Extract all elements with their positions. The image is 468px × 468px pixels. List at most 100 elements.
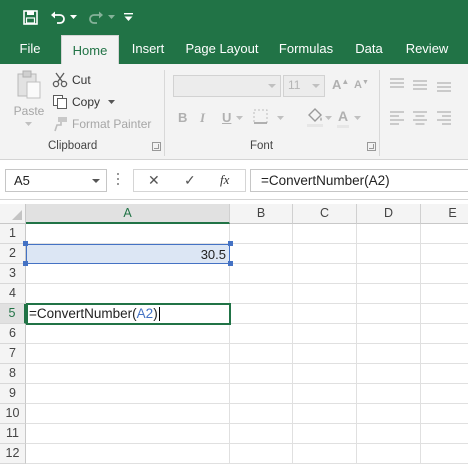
format-painter-button[interactable]: Format Painter (52, 114, 151, 134)
row-header-5[interactable]: 5 (0, 304, 26, 324)
grid-cell[interactable] (293, 304, 357, 324)
grid-cell[interactable] (293, 324, 357, 344)
reference-handle[interactable] (228, 241, 233, 246)
tab-data[interactable]: Data (348, 34, 390, 64)
select-all-button[interactable] (0, 204, 26, 224)
paste-button[interactable]: Paste (10, 70, 48, 130)
increase-font-size-icon[interactable]: A▲ (332, 77, 349, 92)
grid-cell[interactable] (293, 364, 357, 384)
grid-cell[interactable] (357, 364, 421, 384)
grid-cell[interactable] (421, 244, 468, 264)
grid-cell[interactable] (357, 304, 421, 324)
font-color-dropdown-icon[interactable] (354, 116, 361, 120)
grid-cell[interactable] (421, 284, 468, 304)
row-header-12[interactable]: 12 (0, 444, 26, 464)
grid-cell[interactable] (357, 344, 421, 364)
grid-cell[interactable] (26, 264, 230, 284)
grid-cell[interactable] (26, 284, 230, 304)
grid-cell[interactable] (230, 384, 293, 404)
grid-cell[interactable] (230, 444, 293, 464)
grid-cell[interactable] (421, 364, 468, 384)
column-header-a[interactable]: A (26, 204, 230, 224)
grid-cell[interactable] (357, 284, 421, 304)
grid-cell[interactable] (26, 444, 230, 464)
font-size-combo[interactable]: 11 (283, 75, 325, 97)
grid-cell[interactable] (421, 264, 468, 284)
tab-review[interactable]: Review (398, 34, 456, 64)
redo-dropdown-icon[interactable] (106, 6, 116, 28)
cell-a5[interactable]: =ConvertNumber(A2) (26, 303, 231, 325)
borders-icon[interactable] (252, 108, 270, 126)
grid-cell[interactable] (230, 424, 293, 444)
grid-cell[interactable] (293, 264, 357, 284)
grid-cell[interactable] (230, 224, 293, 244)
tab-file[interactable]: File (12, 34, 48, 64)
insert-function-icon[interactable]: fx (220, 172, 229, 188)
align-right-icon[interactable] (436, 110, 452, 126)
reference-handle[interactable] (228, 261, 233, 266)
grid-cell[interactable] (230, 264, 293, 284)
grid-cell[interactable] (421, 444, 468, 464)
copy-dropdown-icon[interactable] (108, 100, 116, 104)
tab-formulas[interactable]: Formulas (272, 34, 340, 64)
borders-dropdown-icon[interactable] (277, 116, 284, 120)
row-header-3[interactable]: 3 (0, 264, 26, 284)
grid-cell[interactable] (26, 344, 230, 364)
grid-cell[interactable] (421, 384, 468, 404)
row-header-8[interactable]: 8 (0, 364, 26, 384)
save-icon[interactable] (20, 6, 40, 28)
row-header-9[interactable]: 9 (0, 384, 26, 404)
tab-home[interactable]: Home (61, 35, 119, 64)
grid-cell[interactable] (293, 424, 357, 444)
grid-cell[interactable] (230, 364, 293, 384)
grid-cell[interactable] (421, 424, 468, 444)
grid-cell[interactable] (421, 344, 468, 364)
font-color-icon[interactable]: A (338, 108, 348, 124)
grid-cell[interactable] (230, 244, 293, 264)
grid-cell[interactable] (26, 324, 230, 344)
grid-cell[interactable] (357, 264, 421, 284)
row-header-4[interactable]: 4 (0, 284, 26, 304)
bold-button[interactable]: B (178, 110, 187, 125)
align-left-icon[interactable] (389, 110, 405, 126)
align-top-icon[interactable] (389, 76, 405, 92)
underline-button[interactable]: U (222, 110, 231, 125)
grid-cell[interactable] (357, 244, 421, 264)
row-header-7[interactable]: 7 (0, 344, 26, 364)
grid-cell[interactable] (230, 404, 293, 424)
reference-handle[interactable] (23, 261, 28, 266)
row-header-11[interactable]: 11 (0, 424, 26, 444)
formula-bar-grip[interactable] (117, 173, 119, 188)
cell-a2[interactable]: 30.5 (26, 244, 230, 264)
tab-page-layout[interactable]: Page Layout (180, 34, 264, 64)
row-header-6[interactable]: 6 (0, 324, 26, 344)
fill-color-icon[interactable] (305, 106, 325, 128)
grid-cell[interactable] (26, 404, 230, 424)
grid-cell[interactable] (357, 324, 421, 344)
align-center-icon[interactable] (412, 110, 428, 126)
cut-button[interactable]: Cut (52, 70, 91, 90)
fill-color-dropdown-icon[interactable] (325, 116, 332, 120)
grid-cell[interactable] (357, 404, 421, 424)
column-header-d[interactable]: D (357, 204, 421, 224)
align-bottom-icon[interactable] (436, 76, 452, 92)
grid-cell[interactable] (230, 344, 293, 364)
grid-cell[interactable] (293, 244, 357, 264)
row-header-10[interactable]: 10 (0, 404, 26, 424)
grid-cell[interactable] (421, 304, 468, 324)
column-header-e[interactable]: E (421, 204, 468, 224)
grid-cell[interactable] (26, 424, 230, 444)
customize-qat-icon[interactable] (122, 6, 134, 28)
grid-cell[interactable] (293, 404, 357, 424)
grid-cell[interactable] (357, 444, 421, 464)
undo-dropdown-icon[interactable] (68, 6, 78, 28)
grid-cell[interactable] (421, 324, 468, 344)
grid-cell[interactable] (293, 384, 357, 404)
grid-cell[interactable] (421, 404, 468, 424)
font-name-combo[interactable] (173, 75, 281, 97)
decrease-font-size-icon[interactable]: A▼ (354, 79, 369, 91)
grid-cell[interactable] (293, 344, 357, 364)
underline-dropdown-icon[interactable] (236, 116, 243, 120)
redo-icon[interactable] (86, 6, 106, 28)
grid-cell[interactable] (357, 424, 421, 444)
